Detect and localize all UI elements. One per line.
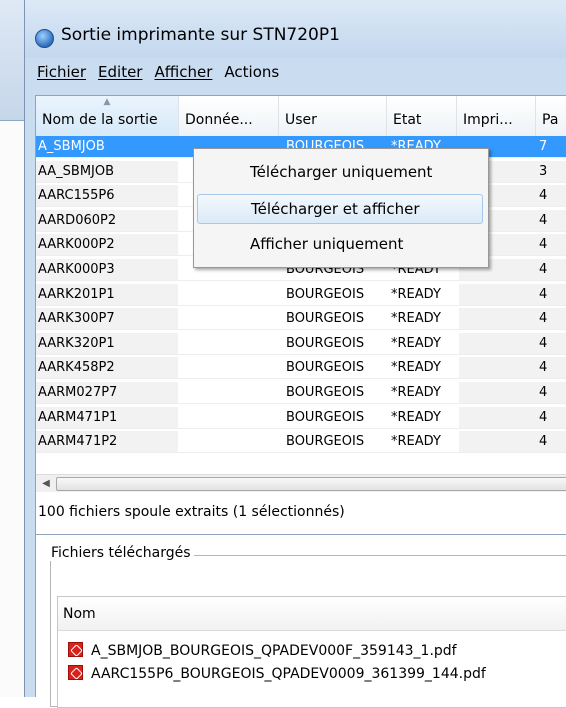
cell-pages: 4 — [539, 385, 548, 400]
column-header-user[interactable]: User — [279, 96, 387, 136]
row-shade4 — [459, 283, 536, 306]
downloaded-files-list[interactable]: Nom A_SBMJOB_BOURGEOIS_QPADEV000F_359143… — [57, 596, 566, 708]
pdf-icon — [68, 665, 83, 680]
context-menu: Télécharger uniquement Télécharger et af… — [193, 148, 489, 268]
row-shade4 — [459, 431, 536, 454]
cell-pages: 4 — [539, 434, 548, 450]
column-header-nom[interactable]: Nom — [58, 597, 566, 631]
title-bar[interactable]: Sortie imprimante sur STN720P1 — [25, 0, 566, 58]
menu-item-download-only[interactable]: Télécharger uniquement — [197, 157, 483, 187]
background-window — [0, 0, 25, 697]
column-header-state[interactable]: Etat — [387, 96, 457, 136]
pdf-icon — [68, 642, 83, 657]
cell-pages: 4 — [539, 360, 548, 376]
row-line — [36, 452, 566, 454]
cell-name: AARK000P2 — [38, 237, 115, 253]
cell-name: AARM471P1 — [38, 409, 118, 425]
table-row[interactable]: AARM471P1 BOURGEOIS *READY 4 — [36, 406, 566, 429]
table-row[interactable]: AARK320P1 BOURGEOIS *READY 4 — [36, 332, 566, 355]
row-line — [36, 304, 566, 306]
cell-pages: 4 — [539, 212, 548, 228]
cell-user: BOURGEOIS — [286, 434, 365, 450]
status-bar: 100 fichiers spoule extraits (1 sélectio… — [35, 492, 566, 535]
horizontal-scrollbar[interactable]: ◀ — [36, 474, 566, 492]
scroll-left-icon[interactable]: ◀ — [38, 475, 54, 492]
cell-name: AARK320P1 — [38, 335, 115, 351]
cell-pages: 4 — [539, 188, 548, 204]
row-shade4 — [459, 357, 536, 380]
background-window-titlebar — [0, 0, 24, 121]
cell-user: BOURGEOIS — [286, 385, 365, 400]
row-line — [36, 353, 566, 355]
table-row[interactable]: AARK201P1 BOURGEOIS *READY 4 — [36, 283, 566, 306]
table-row[interactable]: AARM471P2 BOURGEOIS *READY 4 — [36, 431, 566, 454]
cell-state: *READY — [391, 311, 441, 327]
row-line — [36, 280, 566, 281]
cell-pages: 4 — [539, 335, 548, 351]
cell-name: A_SBMJOB — [38, 139, 105, 154]
downloads-group: Nom A_SBMJOB_BOURGEOIS_QPADEV000F_359143… — [50, 555, 566, 708]
cell-pages: 4 — [539, 237, 548, 253]
menu-actions[interactable]: Actions — [224, 63, 279, 87]
row-line — [36, 427, 566, 429]
cell-name: AARC155P6 — [38, 188, 115, 204]
cell-user: BOURGEOIS — [286, 335, 365, 351]
column-header-data[interactable]: Donnée... — [179, 96, 279, 136]
list-header: ▲ Nom de la sortie Donnée... User Etat I… — [36, 96, 566, 137]
cell-state: *READY — [391, 434, 441, 450]
cell-name: AA_SBMJOB — [38, 163, 115, 179]
scrollbar-thumb[interactable] — [56, 477, 566, 491]
downloads-group-title: Fichiers téléchargés — [48, 545, 194, 561]
row-shade4 — [459, 332, 536, 355]
cell-user: BOURGEOIS — [286, 409, 365, 425]
downloaded-file[interactable]: A_SBMJOB_BOURGEOIS_QPADEV000F_359143_1.p… — [68, 640, 457, 662]
row-line — [36, 403, 566, 404]
cell-user: BOURGEOIS — [286, 360, 365, 376]
cell-pages: 4 — [539, 262, 548, 277]
cell-pages: 3 — [539, 163, 548, 179]
cell-name: AARM471P2 — [38, 434, 118, 450]
table-row[interactable]: AARM027P7 BOURGEOIS *READY 4 — [36, 382, 566, 404]
cell-pages: 4 — [539, 409, 548, 425]
cell-user: BOURGEOIS — [286, 311, 365, 327]
cell-pages: 4 — [539, 286, 548, 302]
row-line — [36, 329, 566, 331]
menu-item-download-and-view[interactable]: Télécharger et afficher — [197, 194, 483, 224]
cell-state: *READY — [391, 286, 441, 302]
cell-name: AARD060P2 — [38, 212, 117, 228]
cell-state: *READY — [391, 409, 441, 425]
row-shade4 — [459, 382, 536, 404]
row-line — [36, 378, 566, 380]
menu-bar: Fichier Editer Afficher Actions — [37, 63, 279, 87]
table-row[interactable]: AARK300P7 BOURGEOIS *READY 4 — [36, 308, 566, 331]
menu-editer[interactable]: Editer — [98, 63, 142, 87]
cell-pages: 7 — [539, 139, 548, 154]
app-icon — [35, 29, 54, 48]
row-shade4 — [459, 308, 536, 331]
menu-afficher[interactable]: Afficher — [154, 63, 212, 87]
window-title: Sortie imprimante sur STN720P1 — [61, 25, 340, 45]
row-shade4 — [459, 406, 536, 429]
cell-state: *READY — [391, 385, 441, 400]
downloaded-file[interactable]: AARC155P6_BOURGEOIS_QPADEV0009_361399_14… — [68, 663, 486, 685]
menu-fichier[interactable]: Fichier — [37, 63, 86, 87]
cell-state: *READY — [391, 335, 441, 351]
column-header-printer[interactable]: Impri... — [457, 96, 536, 136]
main-window: Sortie imprimante sur STN720P1 Fichier E… — [24, 0, 566, 708]
cell-state: *READY — [391, 360, 441, 376]
menu-item-view-only[interactable]: Afficher uniquement — [197, 229, 483, 259]
column-header-name[interactable]: ▲ Nom de la sortie — [36, 96, 179, 136]
cell-name: AARK000P3 — [38, 262, 115, 277]
status-text: 100 fichiers spoule extraits (1 sélectio… — [38, 504, 345, 520]
cell-user: BOURGEOIS — [286, 286, 365, 302]
downloads-panel: Nom A_SBMJOB_BOURGEOIS_QPADEV000F_359143… — [35, 535, 566, 708]
table-row[interactable]: AARK458P2 BOURGEOIS *READY 4 — [36, 357, 566, 380]
cell-name: AARK300P7 — [38, 311, 115, 327]
sort-ascending-icon: ▲ — [103, 97, 111, 107]
column-header-pages[interactable]: Pa — [536, 96, 566, 136]
cell-name: AARK201P1 — [38, 286, 115, 302]
cell-name: AARK458P2 — [38, 360, 115, 376]
cell-pages: 4 — [539, 311, 548, 327]
cell-name: AARM027P7 — [38, 385, 118, 400]
